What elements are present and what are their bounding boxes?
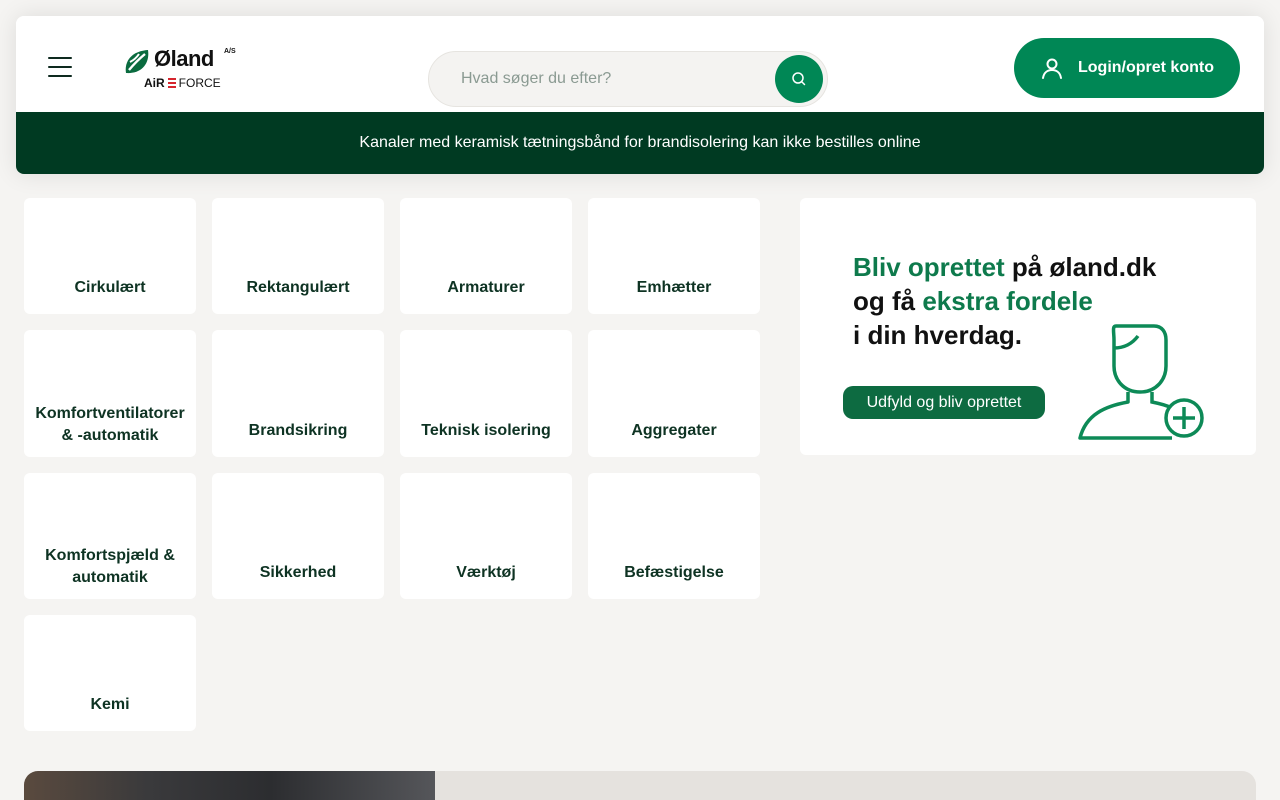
logo-wordmark: Øland [154, 46, 214, 71]
category-tile-brandsikring[interactable]: Brandsikring [212, 330, 384, 457]
banner-line2-green: ekstra fordele [922, 286, 1093, 316]
leaf-logo-icon [125, 50, 149, 74]
logo-subtitle: AiR FORCE [144, 76, 221, 90]
category-tile-emhaetter[interactable]: Emhætter [588, 198, 760, 314]
category-tile-vaerktoej[interactable]: Værktøj [400, 473, 572, 599]
banner-line2-black: og få [853, 286, 923, 316]
logo-suffix: A/S [224, 48, 236, 55]
promo-card[interactable] [24, 771, 1256, 800]
top-bar: Øland A/S AiR FORCE Login/opret konto [16, 16, 1264, 112]
category-tile-komfortventilatorer[interactable]: Komfortventilatorer & -automatik [24, 330, 196, 457]
user-icon [1042, 58, 1062, 79]
search-bar [428, 51, 828, 107]
add-user-icon [1078, 324, 1204, 440]
search-button[interactable] [775, 55, 823, 103]
login-label: Login/opret konto [1078, 59, 1214, 76]
category-tile-rektangulaert[interactable]: Rektangulært [212, 198, 384, 314]
category-tile-cirkulaert[interactable]: Cirkulært [24, 198, 196, 314]
category-tile-komfortspjaeld[interactable]: Komfortspjæld & automatik [24, 473, 196, 599]
promo-photo [24, 771, 435, 800]
logo-force: FORCE [178, 76, 221, 90]
category-tile-teknisk-isolering[interactable]: Teknisk isolering [400, 330, 572, 457]
banner-line1-black: på øland.dk [1004, 252, 1157, 282]
category-tile-kemi[interactable]: Kemi [24, 615, 196, 731]
hamburger-menu-icon[interactable] [48, 57, 72, 77]
category-tile-sikkerhed[interactable]: Sikkerhed [212, 473, 384, 599]
logo-red-bars [167, 78, 176, 88]
logo-air: AiR [144, 76, 165, 90]
banner-cta-button[interactable]: Udfyld og bliv oprettet [843, 386, 1045, 419]
category-tile-befaestigelse[interactable]: Befæstigelse [588, 473, 760, 599]
banner-line1-green: Bliv oprettet [853, 252, 1005, 282]
notice-bar: Kanaler med keramisk tætningsbånd for br… [16, 112, 1264, 174]
category-tile-aggregater[interactable]: Aggregater [588, 330, 760, 457]
signup-banner[interactable]: Bliv oprettet på øland.dk og få ekstra f… [800, 198, 1256, 455]
login-button[interactable]: Login/opret konto [1014, 38, 1240, 98]
category-tile-armaturer[interactable]: Armaturer [400, 198, 572, 314]
oland-logo[interactable]: Øland A/S AiR FORCE [122, 46, 236, 92]
site-header: Øland A/S AiR FORCE Login/opret konto [16, 16, 1264, 174]
search-input[interactable] [429, 52, 769, 106]
notice-text: Kanaler med keramisk tætningsbånd for br… [359, 134, 921, 151]
search-icon [792, 72, 806, 86]
